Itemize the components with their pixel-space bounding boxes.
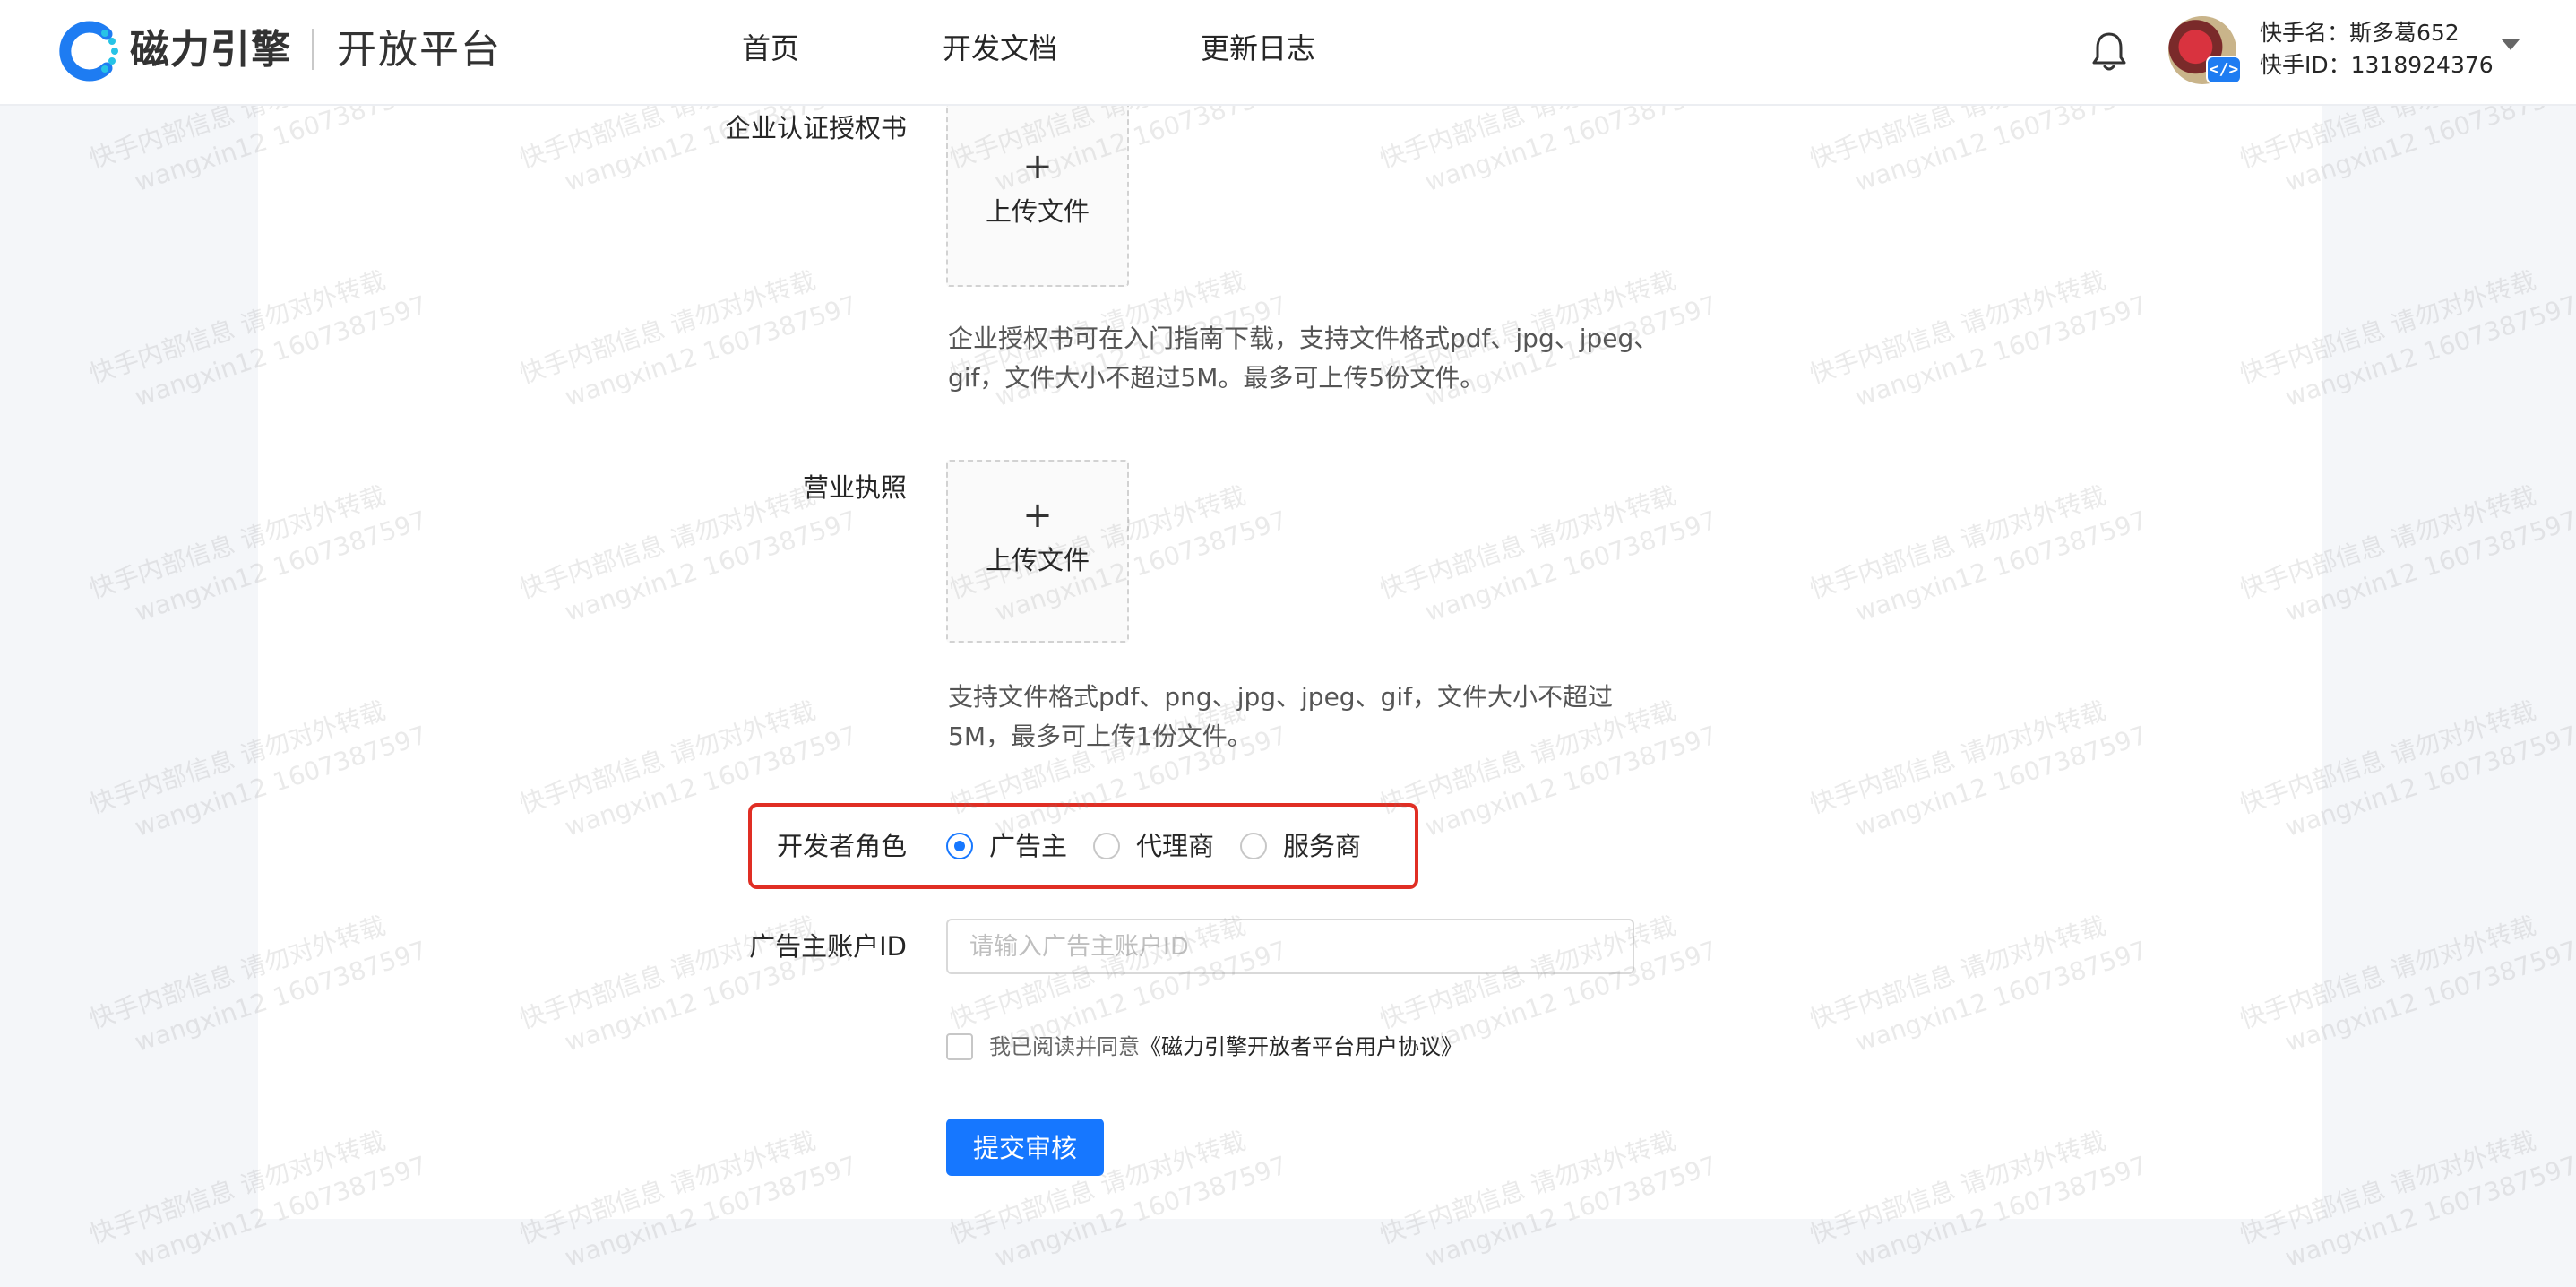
developer-role-label: 开发者角色 — [776, 831, 907, 861]
auth-letter-upload[interactable]: + 上传文件 — [946, 104, 1129, 287]
radio-label: 服务商 — [1283, 831, 1362, 861]
plus-icon: + — [1022, 146, 1053, 187]
advertiser-id-label: 广告主账户ID — [749, 931, 907, 962]
business-license-hint: 支持文件格式pdf、png、jpg、jpeg、gif，文件大小不超过5M，最多可… — [948, 682, 1613, 751]
agreement-prefix: 我已阅读并同意 — [989, 1034, 1140, 1059]
user-name: 快手名：斯多葛652 — [2260, 20, 2460, 46]
user-id: 快手ID：1318924376 — [2260, 52, 2494, 78]
chevron-down-icon[interactable] — [2502, 39, 2520, 50]
radio-label: 广告主 — [989, 831, 1068, 861]
developer-role-radio-group: 广告主 代理商 服务商 — [946, 828, 1412, 864]
radio-unchecked-icon — [1093, 833, 1120, 859]
brand-name: 磁力引擎 — [130, 27, 291, 73]
bell-icon[interactable] — [2088, 29, 2131, 73]
business-license-label: 营业执照 — [802, 472, 907, 503]
magnet-engine-logo-icon — [59, 21, 118, 82]
agreement-link[interactable]: 《磁力引擎开放者平台用户协议》 — [1140, 1034, 1462, 1059]
radio-unchecked-icon — [1240, 833, 1267, 859]
business-license-upload[interactable]: + 上传文件 — [946, 460, 1129, 643]
radio-label: 代理商 — [1136, 831, 1215, 861]
upload-label: 上传文件 — [985, 196, 1090, 227]
agreement-text: 我已阅读并同意《磁力引擎开放者平台用户协议》 — [989, 1029, 1462, 1065]
advertiser-id-input[interactable] — [946, 919, 1634, 974]
brand-divider — [312, 29, 314, 70]
auth-letter-hint: 企业授权书可在入门指南下载，支持文件格式pdf、jpg、jpeg、gif，文件大… — [948, 324, 1659, 393]
upload-label: 上传文件 — [985, 545, 1090, 575]
plus-icon: + — [1022, 495, 1053, 536]
platform-name: 开放平台 — [337, 27, 502, 73]
developer-badge-icon: </> — [2206, 56, 2242, 84]
nav-changelog[interactable]: 更新日志 — [1201, 27, 1315, 70]
agreement-checkbox[interactable] — [946, 1033, 973, 1060]
nav-home[interactable]: 首页 — [742, 27, 799, 70]
auth-letter-label: 企业认证授权书 — [724, 113, 907, 143]
radio-checked-icon — [946, 833, 973, 859]
top-header: 磁力引擎 开放平台 首页 开发文档 更新日志 </> 快手名：斯多葛652 快手… — [0, 0, 2576, 106]
nav-dev-docs[interactable]: 开发文档 — [943, 27, 1057, 70]
submit-review-button[interactable]: 提交审核 — [946, 1119, 1104, 1176]
